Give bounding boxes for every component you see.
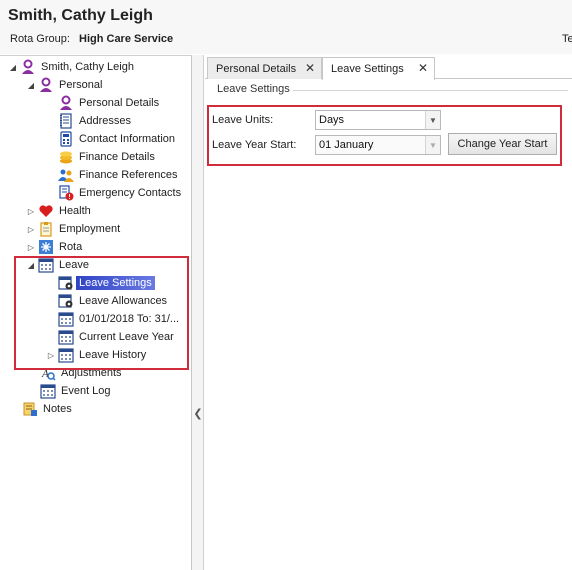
tree-label: Finance References <box>79 169 178 181</box>
tree-label: Rota <box>59 241 83 253</box>
tree-item-finance-references[interactable]: Finance References <box>46 166 180 184</box>
section-title: Leave Settings <box>217 83 290 95</box>
tree-label: Notes <box>43 403 72 415</box>
person-icon <box>58 95 74 111</box>
person-header: Smith, Cathy Leigh Rota Group: High Care… <box>0 0 572 54</box>
chevron-down-icon[interactable]: ▼ <box>425 111 440 129</box>
notes-icon <box>22 401 38 417</box>
tree-item-root[interactable]: ◢ Smith, Cathy Leigh <box>8 58 137 76</box>
panel-splitter[interactable]: ❮ <box>192 55 204 570</box>
change-year-start-button[interactable]: Change Year Start <box>448 133 557 155</box>
tree-label: Smith, Cathy Leigh <box>41 61 134 73</box>
tree-label: Addresses <box>79 115 131 127</box>
tree-label: Personal <box>59 79 103 91</box>
leave-year-start-select[interactable]: 01 January ▼ <box>315 135 441 155</box>
tree-item-leave-settings[interactable]: Leave Settings <box>46 274 155 292</box>
calendar-icon <box>58 311 74 327</box>
tree-item-rota[interactable]: ▷ Rota <box>26 238 85 256</box>
emergency-contact-icon <box>58 185 74 201</box>
tree-label: Personal Details <box>79 97 160 109</box>
leave-year-start-label: Leave Year Start: <box>212 139 297 151</box>
tree-item-employment[interactable]: ▷ Employment <box>26 220 123 238</box>
tab-strip: Personal Details ✕ Leave Settings ✕ <box>205 55 572 80</box>
tree-label: Event Log <box>61 385 111 397</box>
heart-icon <box>38 203 54 219</box>
tree-label: Adjustments <box>61 367 122 379</box>
person-icon <box>38 77 54 93</box>
adjustments-icon: A <box>40 365 56 381</box>
tree-item-health[interactable]: ▷ Health <box>26 202 94 220</box>
person-icon <box>20 59 36 75</box>
close-icon[interactable]: ✕ <box>305 61 315 75</box>
tree-item-leave-allowances[interactable]: Leave Allowances <box>46 292 170 310</box>
expanded-icon[interactable]: ◢ <box>8 58 18 76</box>
close-icon[interactable]: ✕ <box>418 61 428 75</box>
tab-label: Leave Settings <box>331 63 404 75</box>
tree-label: Leave Settings <box>76 276 155 290</box>
tree-label: Leave History <box>79 349 147 361</box>
collapsed-icon[interactable]: ▷ <box>26 202 36 220</box>
address-book-icon <box>58 113 74 129</box>
tree-label: Health <box>59 205 91 217</box>
tree-label: Employment <box>59 223 121 235</box>
tree-item-emergency-contacts[interactable]: Emergency Contacts <box>46 184 184 202</box>
tree-item-addresses[interactable]: Addresses <box>46 112 134 130</box>
tree-item-leave-period[interactable]: 01/01/2018 To: 31/... <box>46 310 182 328</box>
collapsed-icon[interactable]: ▷ <box>26 238 36 256</box>
svg-text:A: A <box>41 368 49 380</box>
page-title: Smith, Cathy Leigh <box>8 7 153 24</box>
rota-icon <box>38 239 54 255</box>
tree-label: Leave <box>59 259 89 271</box>
tree-item-notes[interactable]: Notes <box>10 400 75 418</box>
tree-item-leave[interactable]: ◢ Leave <box>26 256 92 274</box>
leave-units-value: Days <box>319 114 345 126</box>
tree-label: 01/01/2018 To: 31/... <box>79 313 180 325</box>
calendar-icon <box>40 383 56 399</box>
tree-item-personal[interactable]: ◢ Personal <box>26 76 105 94</box>
tree-item-leave-history[interactable]: ▷ Leave History <box>46 346 149 364</box>
calendar-icon <box>58 329 74 345</box>
rota-group-value: High Care Service <box>79 33 174 45</box>
expanded-icon[interactable]: ◢ <box>26 256 36 274</box>
tree-label: Emergency Contacts <box>79 187 182 199</box>
chevron-down-icon[interactable]: ▼ <box>425 136 440 154</box>
calendar-icon <box>38 257 54 273</box>
tree-label: Contact Information <box>79 133 175 145</box>
coins-icon <box>58 149 74 165</box>
tree-label: Finance Details <box>79 151 155 163</box>
tree-item-finance-details[interactable]: Finance Details <box>46 148 158 166</box>
tree-item-personal-details[interactable]: Personal Details <box>46 94 162 112</box>
people-icon <box>58 167 74 183</box>
tab-leave-settings[interactable]: Leave Settings ✕ <box>322 57 435 80</box>
collapsed-icon[interactable]: ▷ <box>46 346 56 364</box>
leave-units-label: Leave Units: <box>212 114 274 126</box>
tree-item-adjustments[interactable]: A Adjustments <box>28 364 125 382</box>
calculator-icon <box>58 131 74 147</box>
rota-group-label: Rota Group: <box>10 33 70 45</box>
collapsed-icon[interactable]: ▷ <box>26 220 36 238</box>
calendar-icon <box>58 347 74 363</box>
tree-label: Current Leave Year <box>79 331 174 343</box>
tree-item-event-log[interactable]: Event Log <box>28 382 114 400</box>
leave-year-start-value: 01 January <box>319 139 374 151</box>
tree-label: Leave Allowances <box>79 295 168 307</box>
expanded-icon[interactable]: ◢ <box>26 76 36 94</box>
header-truncated-text: Te <box>562 33 572 45</box>
tree-item-current-leave-year[interactable]: Current Leave Year <box>46 328 177 346</box>
tab-personal-details[interactable]: Personal Details ✕ <box>207 57 322 79</box>
navigation-tree: ◢ Smith, Cathy Leigh ◢ Personal Personal… <box>0 55 192 570</box>
tree-item-contact-information[interactable]: Contact Information <box>46 130 178 148</box>
leave-units-select[interactable]: Days ▼ <box>315 110 441 130</box>
section-divider <box>293 90 568 91</box>
calendar-settings-icon <box>58 293 74 309</box>
clipboard-icon <box>38 221 54 237</box>
leave-settings-content: Personal Details ✕ Leave Settings ✕ Leav… <box>205 55 572 570</box>
tab-label: Personal Details <box>216 62 297 75</box>
chevron-left-icon[interactable]: ❮ <box>193 407 203 420</box>
calendar-settings-icon <box>58 275 74 291</box>
